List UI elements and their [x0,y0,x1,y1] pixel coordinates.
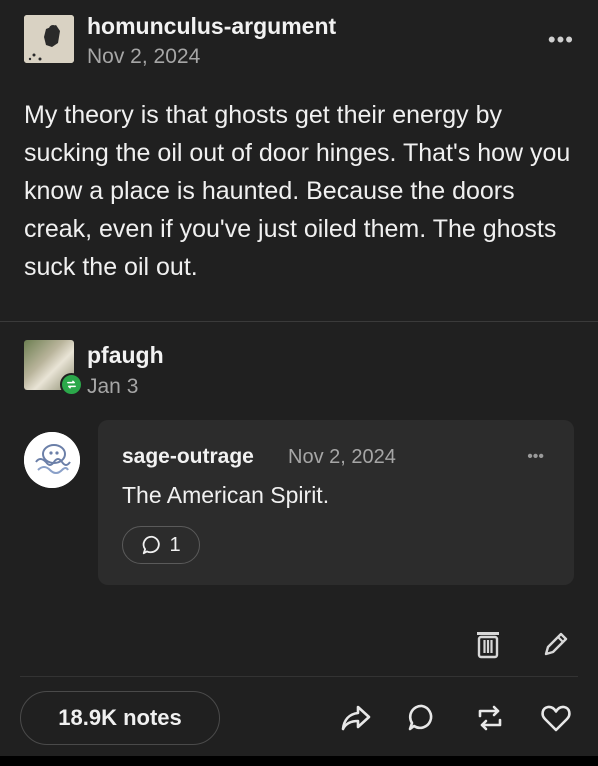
reply-icon [408,704,433,731]
comment-bubble-icon [143,535,161,555]
avatar[interactable] [24,15,74,63]
notes-button[interactable]: 18.9K notes [20,691,220,745]
post-body-text: My theory is that ghosts get their energ… [24,101,571,281]
comment-username[interactable]: sage-outrage [122,445,254,469]
reply-count-button[interactable]: 1 [122,526,200,564]
share-button[interactable] [339,702,373,739]
reblog-date[interactable]: Jan 3 [87,375,138,399]
footer-divider [20,676,578,677]
reblog-header: pfaugh Jan 3 [24,340,424,398]
reblog-button[interactable] [474,702,506,739]
bottom-edge [0,756,598,766]
reply-button[interactable] [406,702,438,739]
post-menu-button[interactable]: ••• [548,29,574,51]
heart-icon [541,705,571,732]
comment-menu-button[interactable]: ••• [527,449,544,465]
comment-date[interactable]: Nov 2, 2024 [288,446,396,469]
reblog-username[interactable]: pfaugh [87,342,164,369]
reply-count: 1 [169,533,181,556]
edit-icon [544,632,568,656]
like-button[interactable] [540,703,572,738]
post-date[interactable]: Nov 2, 2024 [87,45,200,69]
trash-icon [477,632,499,659]
delete-button[interactable] [474,628,502,665]
comment-card: sage-outrage Nov 2, 2024 ••• The America… [98,420,574,585]
homunculus-avatar-icon [24,15,74,63]
comment-avatar[interactable] [24,432,80,488]
comment-text: The American Spirit. [122,482,330,508]
post-header: homunculus-argument Nov 2, 2024 ••• [24,13,584,68]
reblog-icon [478,705,502,731]
reblog-badge-icon [60,373,83,396]
post-username[interactable]: homunculus-argument [87,13,336,40]
divider [0,321,598,322]
share-icon [341,705,371,731]
edit-button[interactable] [541,629,571,664]
octopus-avatar-icon [24,432,80,488]
